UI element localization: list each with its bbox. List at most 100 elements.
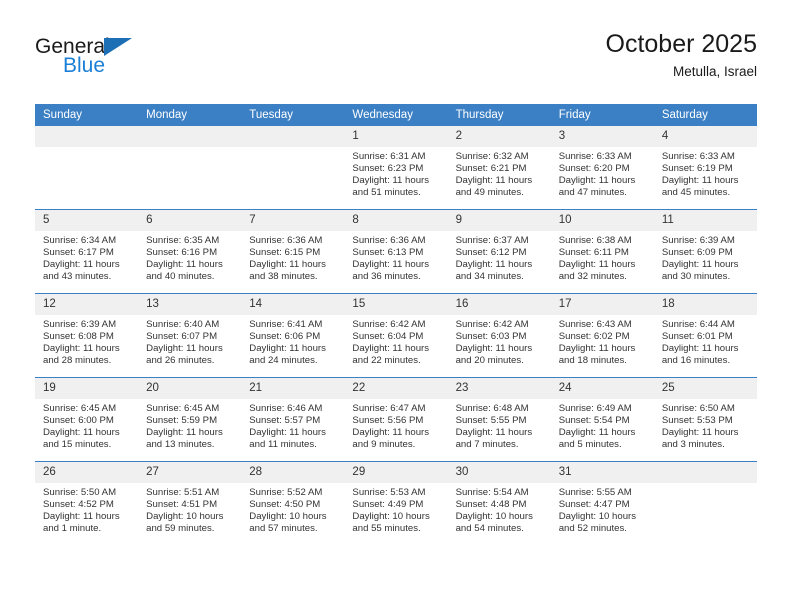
sunrise-text: Sunrise: 6:32 AM bbox=[455, 151, 529, 162]
day-details: Sunrise: 6:37 AM Sunset: 6:12 PM Daylight:… bbox=[448, 231, 551, 283]
daylight-text: Daylight: 11 hours and 5 minutes. bbox=[558, 427, 636, 451]
calendar-day-cell[interactable]: 21 Sunrise: 6:46 AM Sunset: 5:57 PM Dayligh… bbox=[241, 377, 345, 462]
sunset-text: Sunset: 6:17 PM bbox=[43, 247, 114, 259]
daylight-text: Daylight: 11 hours and 7 minutes. bbox=[455, 427, 533, 451]
calendar-day-cell[interactable]: 15 Sunrise: 6:42 AM Sunset: 6:04 PM Dayligh… bbox=[344, 293, 448, 378]
day-details: Sunrise: 6:48 AM Sunset: 5:55 PM Daylight:… bbox=[448, 399, 551, 451]
sunset-text: Sunset: 6:23 PM bbox=[352, 163, 424, 175]
calendar-day-cell-empty bbox=[653, 461, 757, 545]
calendar-day-cell[interactable]: 18 Sunrise: 6:44 AM Sunset: 6:01 PM Dayligh… bbox=[653, 293, 757, 378]
calendar-day-cell[interactable]: 4 Sunrise: 6:33 AM Sunset: 6:19 PM Daylight… bbox=[653, 126, 757, 210]
day-number: 30 bbox=[447, 462, 551, 483]
daylight-text: Daylight: 11 hours and 13 minutes. bbox=[146, 427, 223, 451]
calendar-day-cell[interactable]: 10 Sunrise: 6:38 AM Sunset: 6:11 PM Dayligh… bbox=[550, 209, 654, 294]
calendar-day-cell[interactable]: 3 Sunrise: 6:33 AM Sunset: 6:20 PM Daylight… bbox=[550, 126, 654, 210]
calendar-day-cell-empty bbox=[241, 126, 345, 210]
weekday-header-tuesday: Tuesday bbox=[241, 104, 345, 126]
calendar-day-cell[interactable]: 8 Sunrise: 6:36 AM Sunset: 6:13 PM Daylight… bbox=[344, 209, 448, 294]
calendar-week-row: 26 Sunrise: 5:50 AM Sunset: 4:52 PM Dayligh… bbox=[35, 461, 757, 545]
day-details: Sunrise: 6:36 AM Sunset: 6:15 PM Daylight:… bbox=[241, 231, 344, 283]
sunrise-text: Sunrise: 5:53 AM bbox=[352, 487, 426, 498]
day-number bbox=[138, 126, 242, 147]
daylight-text: Daylight: 11 hours and 26 minutes. bbox=[146, 343, 223, 367]
sunrise-sunset-calendar-table: Sunday Monday Tuesday Wednesday Thursday… bbox=[35, 104, 757, 545]
day-number: 13 bbox=[138, 294, 242, 315]
day-number: 29 bbox=[344, 462, 448, 483]
weekday-header-row: Sunday Monday Tuesday Wednesday Thursday… bbox=[35, 104, 757, 126]
sunset-text: Sunset: 5:55 PM bbox=[455, 415, 527, 427]
day-number: 23 bbox=[447, 378, 551, 399]
sunrise-text: Sunrise: 6:36 AM bbox=[352, 235, 426, 246]
general-blue-logo[interactable]: General Blue bbox=[35, 30, 235, 90]
weekday-header-monday: Monday bbox=[138, 104, 242, 126]
calendar-day-cell[interactable]: 22 Sunrise: 6:47 AM Sunset: 5:56 PM Dayligh… bbox=[344, 377, 448, 462]
calendar-day-cell[interactable]: 27 Sunrise: 5:51 AM Sunset: 4:51 PM Dayligh… bbox=[138, 461, 242, 545]
calendar-day-cell[interactable]: 16 Sunrise: 6:42 AM Sunset: 6:03 PM Dayligh… bbox=[447, 293, 551, 378]
day-details: Sunrise: 6:45 AM Sunset: 6:00 PM Daylight:… bbox=[35, 399, 138, 451]
calendar-day-cell[interactable]: 6 Sunrise: 6:35 AM Sunset: 6:16 PM Daylight… bbox=[138, 209, 242, 294]
calendar-day-cell[interactable]: 24 Sunrise: 6:49 AM Sunset: 5:54 PM Dayligh… bbox=[550, 377, 654, 462]
day-details: Sunrise: 5:52 AM Sunset: 4:50 PM Daylight:… bbox=[241, 483, 344, 535]
calendar-day-cell[interactable]: 13 Sunrise: 6:40 AM Sunset: 6:07 PM Dayligh… bbox=[138, 293, 242, 378]
calendar-day-cell[interactable]: 7 Sunrise: 6:36 AM Sunset: 6:15 PM Daylight… bbox=[241, 209, 345, 294]
day-number: 17 bbox=[550, 294, 654, 315]
calendar-day-cell[interactable]: 26 Sunrise: 5:50 AM Sunset: 4:52 PM Dayligh… bbox=[35, 461, 139, 545]
day-number: 7 bbox=[241, 210, 345, 231]
sunset-text: Sunset: 5:54 PM bbox=[558, 415, 630, 427]
day-details: Sunrise: 6:47 AM Sunset: 5:56 PM Daylight:… bbox=[344, 399, 447, 451]
calendar-week-row: 19 Sunrise: 6:45 AM Sunset: 6:00 PM Dayligh… bbox=[35, 377, 757, 462]
sunset-text: Sunset: 4:47 PM bbox=[558, 499, 630, 511]
day-number: 25 bbox=[653, 378, 757, 399]
sunset-text: Sunset: 6:19 PM bbox=[661, 163, 733, 175]
daylight-text: Daylight: 11 hours and 34 minutes. bbox=[455, 259, 533, 283]
day-number bbox=[653, 462, 757, 483]
day-details: Sunrise: 6:49 AM Sunset: 5:54 PM Daylight:… bbox=[551, 399, 654, 451]
daylight-text: Daylight: 11 hours and 3 minutes. bbox=[661, 427, 739, 451]
sunrise-text: Sunrise: 6:42 AM bbox=[455, 319, 529, 330]
sunset-text: Sunset: 6:11 PM bbox=[558, 247, 629, 259]
day-number bbox=[241, 126, 345, 147]
calendar-day-cell[interactable]: 19 Sunrise: 6:45 AM Sunset: 6:00 PM Dayligh… bbox=[35, 377, 139, 462]
calendar-day-cell[interactable]: 11 Sunrise: 6:39 AM Sunset: 6:09 PM Dayligh… bbox=[653, 209, 757, 294]
calendar-day-cell[interactable]: 20 Sunrise: 6:45 AM Sunset: 5:59 PM Dayligh… bbox=[138, 377, 242, 462]
day-number: 9 bbox=[447, 210, 551, 231]
day-number: 10 bbox=[550, 210, 654, 231]
calendar-day-cell[interactable]: 17 Sunrise: 6:43 AM Sunset: 6:02 PM Dayligh… bbox=[550, 293, 654, 378]
calendar-day-cell[interactable]: 31 Sunrise: 5:55 AM Sunset: 4:47 PM Dayligh… bbox=[550, 461, 654, 545]
calendar-day-cell[interactable]: 28 Sunrise: 5:52 AM Sunset: 4:50 PM Dayligh… bbox=[241, 461, 345, 545]
calendar-week-row: 1 Sunrise: 6:31 AM Sunset: 6:23 PM Daylight… bbox=[35, 126, 757, 210]
sunrise-text: Sunrise: 6:45 AM bbox=[43, 403, 117, 414]
daylight-text: Daylight: 10 hours and 55 minutes. bbox=[352, 511, 430, 535]
sunrise-text: Sunrise: 6:43 AM bbox=[558, 319, 632, 330]
sunset-text: Sunset: 6:08 PM bbox=[43, 331, 114, 343]
sunset-text: Sunset: 6:12 PM bbox=[455, 247, 527, 259]
calendar-day-cell[interactable]: 30 Sunrise: 5:54 AM Sunset: 4:48 PM Dayligh… bbox=[447, 461, 551, 545]
daylight-text: Daylight: 11 hours and 49 minutes. bbox=[455, 175, 533, 199]
calendar-day-cell[interactable]: 23 Sunrise: 6:48 AM Sunset: 5:55 PM Dayligh… bbox=[447, 377, 551, 462]
day-number: 28 bbox=[241, 462, 345, 483]
calendar-day-cell[interactable]: 9 Sunrise: 6:37 AM Sunset: 6:12 PM Daylight… bbox=[447, 209, 551, 294]
calendar-day-cell[interactable]: 1 Sunrise: 6:31 AM Sunset: 6:23 PM Daylight… bbox=[344, 126, 448, 210]
day-number: 18 bbox=[653, 294, 757, 315]
sunset-text: Sunset: 4:48 PM bbox=[455, 499, 527, 511]
sunrise-text: Sunrise: 5:51 AM bbox=[146, 487, 220, 498]
day-details: Sunrise: 5:53 AM Sunset: 4:49 PM Daylight:… bbox=[344, 483, 447, 535]
calendar-day-cell[interactable]: 25 Sunrise: 6:50 AM Sunset: 5:53 PM Dayligh… bbox=[653, 377, 757, 462]
calendar-day-cell[interactable]: 2 Sunrise: 6:32 AM Sunset: 6:21 PM Daylight… bbox=[447, 126, 551, 210]
calendar-day-cell[interactable]: 5 Sunrise: 6:34 AM Sunset: 6:17 PM Daylight… bbox=[35, 209, 139, 294]
calendar-day-cell-empty bbox=[35, 126, 139, 210]
day-details: Sunrise: 6:39 AM Sunset: 6:09 PM Daylight:… bbox=[654, 231, 757, 283]
calendar-day-cell[interactable]: 14 Sunrise: 6:41 AM Sunset: 6:06 PM Dayligh… bbox=[241, 293, 345, 378]
sunrise-text: Sunrise: 6:46 AM bbox=[249, 403, 323, 414]
day-details: Sunrise: 5:54 AM Sunset: 4:48 PM Daylight:… bbox=[448, 483, 551, 535]
day-number: 15 bbox=[344, 294, 448, 315]
day-details: Sunrise: 6:45 AM Sunset: 5:59 PM Daylight:… bbox=[138, 399, 241, 451]
calendar-day-cell[interactable]: 29 Sunrise: 5:53 AM Sunset: 4:49 PM Dayligh… bbox=[344, 461, 448, 545]
sunset-text: Sunset: 6:16 PM bbox=[146, 247, 218, 259]
sunset-text: Sunset: 6:00 PM bbox=[43, 415, 114, 427]
calendar-header-row-group: Sunday Monday Tuesday Wednesday Thursday… bbox=[35, 104, 757, 126]
day-number: 24 bbox=[550, 378, 654, 399]
sunset-text: Sunset: 4:50 PM bbox=[249, 499, 321, 511]
daylight-text: Daylight: 11 hours and 18 minutes. bbox=[558, 343, 636, 367]
calendar-day-cell[interactable]: 12 Sunrise: 6:39 AM Sunset: 6:08 PM Dayligh… bbox=[35, 293, 139, 378]
